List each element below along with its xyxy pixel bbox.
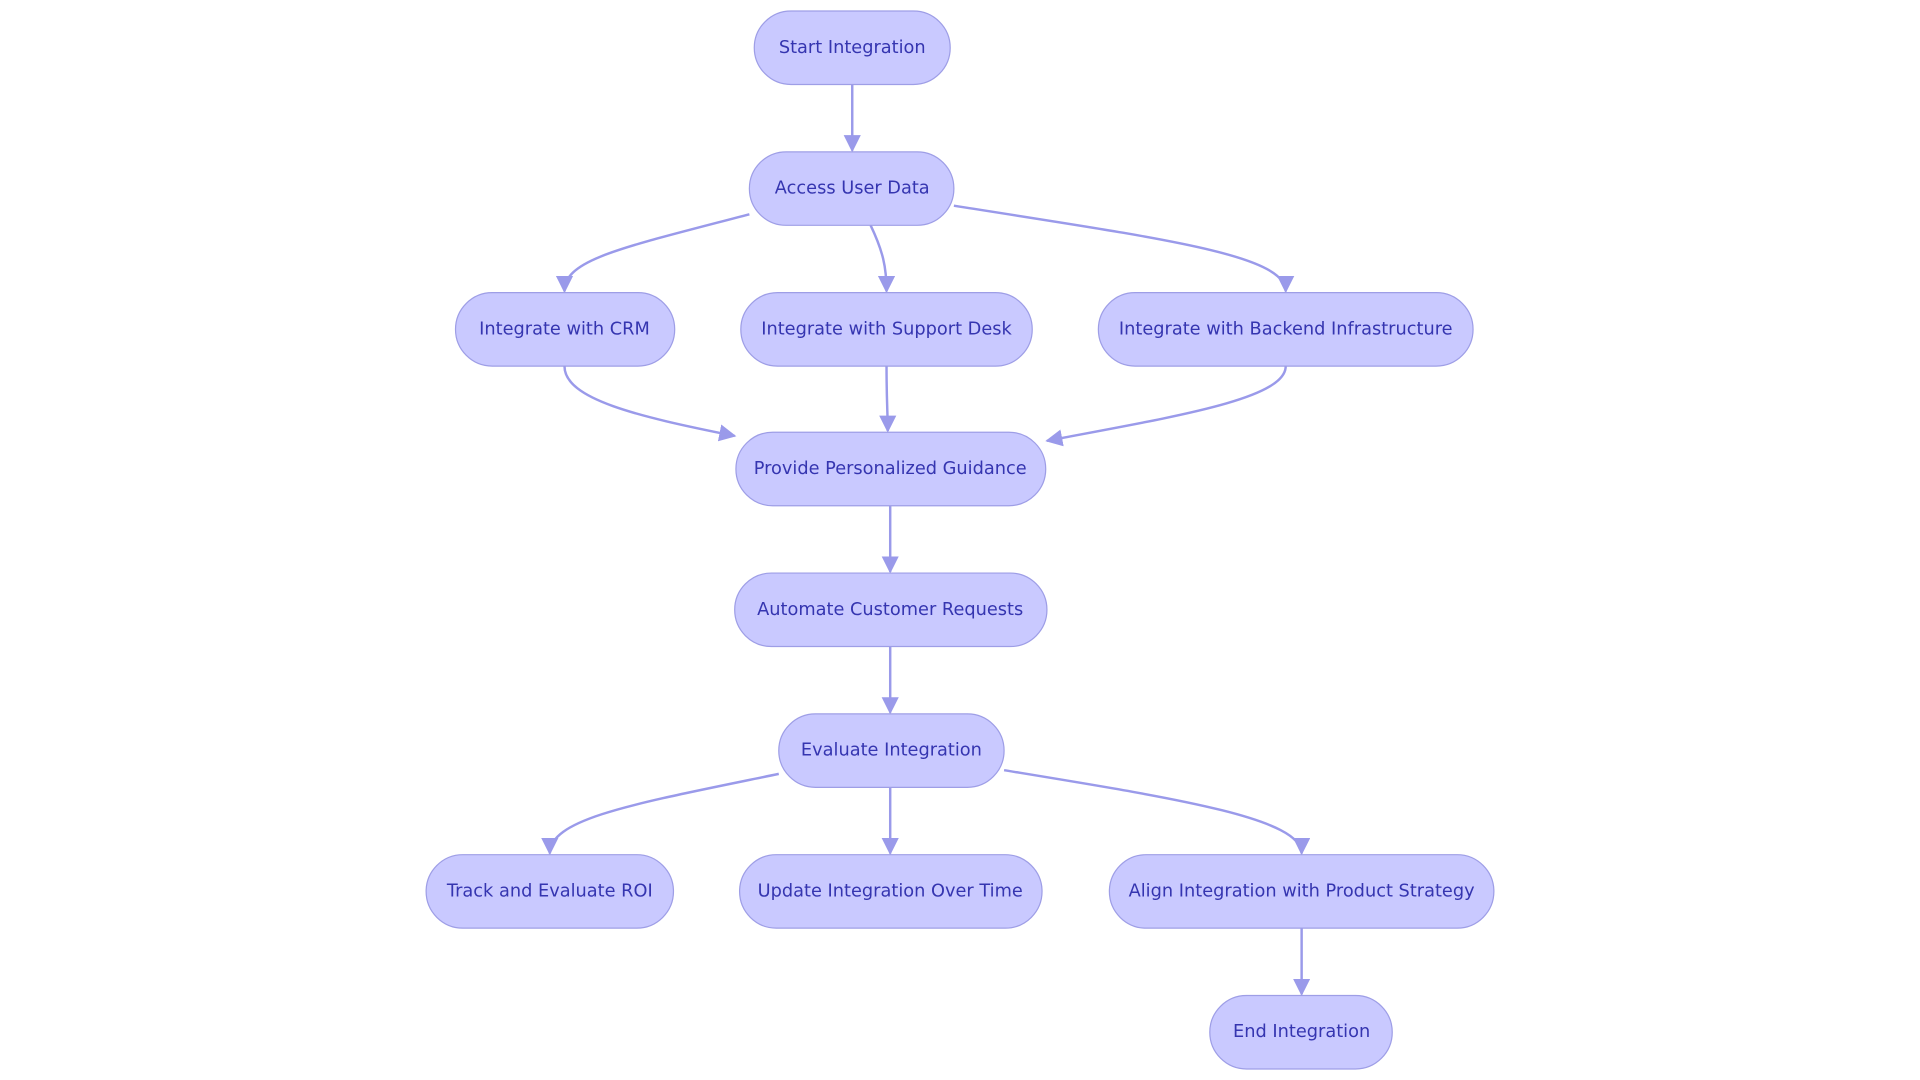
edge-backend-guidance	[1045, 365, 1287, 447]
node-align[interactable]: Align Integration with Product Strategy	[1108, 854, 1495, 929]
node-label: End Integration	[1233, 1022, 1370, 1042]
flowchart: Start Integration Access User Data Integ…	[425, 10, 1495, 1070]
node-label: Track and Evaluate ROI	[446, 881, 653, 901]
node-label: Align Integration with Product Strategy	[1129, 881, 1475, 901]
edge-support-guidance	[879, 366, 897, 433]
node-label: Automate Customer Requests	[757, 600, 1023, 620]
node-label: Update Integration Over Time	[758, 881, 1023, 901]
edge-access-backend	[953, 204, 1295, 294]
node-label: Access User Data	[775, 179, 930, 199]
edge-access-support	[869, 224, 896, 294]
node-automate[interactable]: Automate Customer Requests	[734, 572, 1048, 648]
node-crm[interactable]: Integrate with CRM	[454, 292, 676, 367]
node-label: Integrate with Backend Infrastructure	[1119, 319, 1453, 339]
node-label: Provide Personalized Guidance	[754, 459, 1027, 479]
node-update[interactable]: Update Integration Over Time	[738, 854, 1043, 929]
edge-evaluate-align	[1003, 768, 1311, 856]
node-start[interactable]: Start Integration	[753, 10, 951, 86]
node-evaluate[interactable]: Evaluate Integration	[778, 713, 1005, 788]
node-backend[interactable]: Integrate with Backend Infrastructure	[1097, 292, 1474, 367]
edge-evaluate-roi	[541, 772, 780, 856]
node-support[interactable]: Integrate with Support Desk	[740, 292, 1033, 367]
node-label: Integrate with Support Desk	[761, 319, 1012, 339]
node-guidance[interactable]: Provide Personalized Guidance	[735, 431, 1047, 507]
edge-access-crm	[555, 213, 750, 294]
edge-crm-guidance	[563, 366, 737, 442]
nodes: Start Integration Access User Data Integ…	[425, 10, 1495, 1070]
node-end[interactable]: End Integration	[1209, 994, 1393, 1070]
node-label: Evaluate Integration	[801, 741, 982, 761]
node-label: Start Integration	[779, 38, 926, 58]
node-access[interactable]: Access User Data	[748, 151, 955, 226]
node-roi[interactable]: Track and Evaluate ROI	[425, 854, 675, 929]
node-label: Integrate with CRM	[479, 319, 650, 339]
